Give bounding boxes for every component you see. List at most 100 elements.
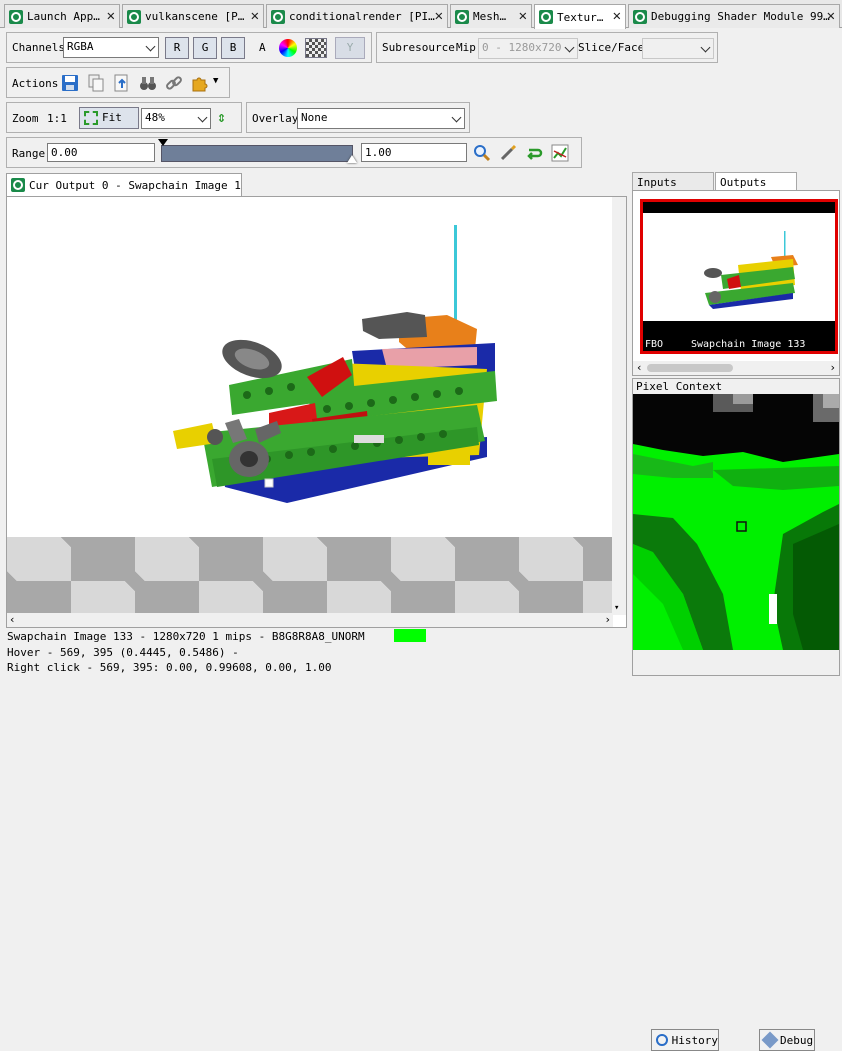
- flip-vertical-icon[interactable]: ⇕: [217, 108, 226, 126]
- hover-status: Hover - 569, 395 (0.4445, 0.5486) -: [7, 646, 239, 659]
- history-button[interactable]: History: [651, 1029, 719, 1051]
- wrench-icon: [761, 1031, 779, 1049]
- rendered-scene-image: [7, 197, 613, 537]
- pixel-context-label: Pixel Context: [636, 380, 723, 393]
- actions-group: Actions ▼: [6, 67, 230, 98]
- history-label: History: [671, 1033, 718, 1047]
- tab-label: vulkanscene [P…: [145, 10, 245, 23]
- actions-label: Actions: [12, 77, 59, 90]
- tab-mesh-viewer[interactable]: Mesh… ✕: [450, 4, 532, 28]
- zoom-select[interactable]: 48%: [141, 108, 211, 129]
- fit-label: Fit: [102, 111, 122, 124]
- green-channel-button[interactable]: G: [193, 37, 217, 59]
- fit-icon: [84, 111, 98, 125]
- dropdown-arrow-icon[interactable]: ▼: [213, 76, 218, 86]
- tab-texture-viewer[interactable]: Textur… ✕: [534, 4, 626, 29]
- thumbnail-scene: [704, 231, 798, 309]
- zoom-range-icon[interactable]: [473, 144, 491, 162]
- range-histogram-bar[interactable]: [161, 145, 353, 162]
- texture-viewport[interactable]: ▾ ‹ ›: [6, 196, 627, 628]
- color-wheel-icon[interactable]: [279, 39, 297, 57]
- tab-launch-application[interactable]: Launch App… ✕: [4, 4, 120, 28]
- overlay-select[interactable]: None: [297, 108, 465, 129]
- texture-vertical-scrollbar[interactable]: ▾: [612, 197, 626, 615]
- texture-horizontal-scrollbar[interactable]: ‹ ›: [7, 613, 613, 627]
- tab-vulkanscene[interactable]: vulkanscene [P… ✕: [122, 4, 264, 28]
- close-icon[interactable]: ✕: [251, 8, 259, 24]
- red-channel-button[interactable]: R: [165, 37, 189, 59]
- tab-icon: [11, 178, 25, 192]
- open-texture-icon[interactable]: [113, 74, 131, 92]
- range-min-handle[interactable]: [158, 139, 168, 146]
- right-click-status: Right click - 569, 395: 0.00, 0.99608, 0…: [7, 661, 332, 674]
- range-group: Range 0.00 1.00: [6, 137, 582, 168]
- inputs-tab-label: Inputs: [637, 175, 677, 189]
- zoom-label: Zoom: [12, 112, 39, 125]
- texture-view-tab[interactable]: Cur Output 0 - Swapchain Image 133: [6, 173, 242, 196]
- close-icon[interactable]: ✕: [827, 8, 835, 24]
- debug-button[interactable]: Debug: [759, 1029, 815, 1051]
- tab-label: Launch App…: [27, 10, 100, 23]
- luminance-button[interactable]: Y: [335, 37, 365, 59]
- document-tab-bar: Launch App… ✕ vulkanscene [P… ✕ conditio…: [0, 0, 842, 29]
- scroll-left-icon[interactable]: ‹: [9, 613, 16, 626]
- link-icon[interactable]: [165, 74, 183, 92]
- overlay-group: Overlay None: [246, 102, 470, 133]
- tab-icon: [539, 10, 553, 24]
- tab-icon: [633, 9, 647, 24]
- close-icon[interactable]: ✕: [519, 8, 527, 24]
- binoculars-icon[interactable]: [139, 74, 157, 92]
- subresource-group: Subresource Mip 0 - 1280x720 Slice/Face: [376, 32, 718, 63]
- range-label: Range: [12, 147, 46, 160]
- range-max-input[interactable]: 1.00: [361, 143, 467, 162]
- inputs-tab[interactable]: Inputs: [632, 172, 714, 191]
- tab-icon: [9, 9, 23, 24]
- checkerboard-icon[interactable]: [305, 38, 327, 58]
- close-icon[interactable]: ✕: [613, 8, 621, 24]
- histogram-icon[interactable]: [551, 144, 569, 162]
- reset-range-icon[interactable]: [525, 144, 543, 162]
- scroll-down-icon[interactable]: ▾: [614, 603, 619, 613]
- thumbnail-scrollbar[interactable]: ‹ ›: [633, 361, 839, 375]
- scrollbar-thumb[interactable]: [647, 364, 733, 372]
- debug-label: Debug: [780, 1033, 814, 1047]
- range-max-handle[interactable]: [347, 155, 357, 163]
- puzzle-icon[interactable]: [191, 74, 209, 92]
- tab-label: conditionalrender [PI…: [289, 10, 435, 23]
- pixel-context-zoom[interactable]: [633, 394, 839, 650]
- outputs-tab[interactable]: Outputs: [715, 172, 797, 191]
- auto-fit-wand-icon[interactable]: [499, 144, 517, 162]
- zoom-one-to-one-button[interactable]: 1:1: [47, 112, 67, 125]
- fit-button[interactable]: Fit: [79, 107, 139, 129]
- slice-face-select[interactable]: [642, 38, 714, 59]
- scroll-left-icon[interactable]: ‹: [636, 361, 643, 374]
- blue-channel-button[interactable]: B: [221, 37, 245, 59]
- scroll-right-icon[interactable]: ›: [604, 613, 611, 626]
- mip-select[interactable]: 0 - 1280x720: [478, 38, 578, 59]
- texture-info-status: Swapchain Image 133 - 1280x720 1 mips - …: [7, 630, 365, 643]
- output-thumbnail[interactable]: FBO Swapchain Image 133: [640, 199, 838, 354]
- outputs-panel: FBO Swapchain Image 133 ‹ ›: [632, 190, 840, 376]
- copy-icon[interactable]: [87, 74, 105, 92]
- pixel-context-panel: Pixel Context History Debug: [632, 378, 840, 1051]
- slice-face-label: Slice/Face: [578, 41, 645, 54]
- tab-label: Debugging Shader Module 99…: [651, 10, 830, 23]
- texture-view-tab-label: Cur Output 0 - Swapchain Image 133: [29, 178, 241, 192]
- history-icon: [656, 1034, 668, 1046]
- picked-color-swatch: [394, 629, 426, 642]
- range-min-input[interactable]: 0.00: [47, 143, 155, 162]
- close-icon[interactable]: ✕: [435, 8, 443, 24]
- channels-group: Channels RGBA R G B A Y: [6, 32, 372, 63]
- outputs-tab-label: Outputs: [720, 175, 767, 189]
- subresource-label: Subresource: [382, 41, 455, 54]
- tab-conditionalrender[interactable]: conditionalrender [PI… ✕: [266, 4, 448, 28]
- tab-debugging-shader[interactable]: Debugging Shader Module 99… ✕: [628, 4, 840, 28]
- mip-label: Mip: [456, 41, 476, 54]
- save-icon[interactable]: [61, 74, 79, 92]
- scroll-right-icon[interactable]: ›: [829, 361, 836, 374]
- close-icon[interactable]: ✕: [107, 8, 115, 24]
- transparency-checkerboard: [7, 537, 613, 619]
- channels-select[interactable]: RGBA: [63, 37, 159, 58]
- channels-label: Channels: [12, 41, 65, 54]
- alpha-channel-button[interactable]: A: [259, 41, 266, 54]
